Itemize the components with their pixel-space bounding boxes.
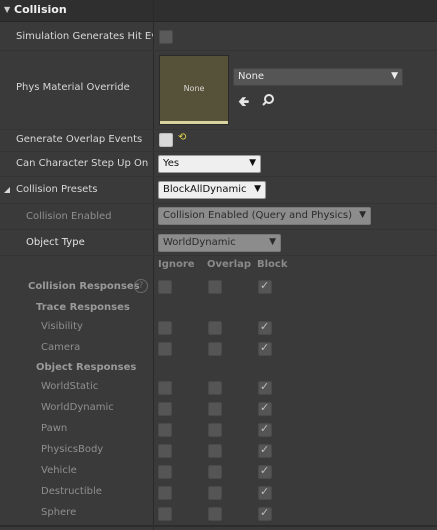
row-separator: [0, 176, 437, 177]
arrow-left-icon[interactable]: 🢀: [238, 91, 249, 115]
check-icon: ✓: [260, 443, 270, 456]
chevron-down-icon: ▼: [269, 237, 276, 247]
camera-overlap-checkbox[interactable]: [208, 342, 222, 356]
pawn-ignore-checkbox[interactable]: [158, 423, 172, 437]
vehicle-overlap-checkbox[interactable]: [208, 465, 222, 479]
trace-responses-label: Trace Responses: [36, 302, 130, 313]
presets-value: BlockAllDynamic: [163, 184, 247, 195]
collision-responses-label: Collision Responses: [28, 281, 140, 292]
column-header-block: Block: [257, 259, 288, 270]
chevron-down-icon: ▼: [391, 71, 398, 81]
object-response-destructible-label: Destructible: [41, 486, 102, 497]
physicsbody-block-checkbox[interactable]: ✓: [258, 443, 272, 458]
simulation-hit-events-label: Simulation Generates Hit Ev: [16, 31, 153, 42]
worldstatic-overlap-checkbox[interactable]: [208, 381, 222, 395]
collision-responses-ignore-checkbox[interactable]: [158, 280, 172, 294]
trace-response-camera-label: Camera: [41, 342, 81, 353]
row-separator: [0, 151, 437, 152]
object-responses-label: Object Responses: [36, 362, 137, 373]
visibility-overlap-checkbox[interactable]: [208, 321, 222, 335]
worlddynamic-overlap-checkbox[interactable]: [208, 402, 222, 416]
step-up-label: Can Character Step Up On: [16, 158, 149, 169]
step-up-value: Yes: [163, 158, 180, 169]
phys-material-label: Phys Material Override: [16, 82, 130, 93]
check-icon: ✓: [260, 401, 270, 414]
row-separator: [0, 255, 437, 256]
object-response-worlddynamic-label: WorldDynamic: [41, 402, 114, 413]
object-type-value: WorldDynamic: [163, 237, 236, 248]
object-response-vehicle-label: Vehicle: [41, 465, 77, 476]
visibility-ignore-checkbox[interactable]: [158, 321, 172, 335]
collision-section-header[interactable]: ▼ Collision: [0, 0, 437, 22]
object-type-label: Object Type: [26, 237, 85, 248]
object-response-sphere-label: Sphere: [41, 507, 77, 518]
phys-material-value: None: [238, 71, 265, 82]
phys-material-dropdown[interactable]: None ▼: [233, 68, 403, 86]
collapse-arrow-icon[interactable]: ▼: [4, 5, 10, 14]
thumbnail-none-text: None: [183, 84, 205, 93]
row-separator: [0, 50, 437, 51]
row-separator: [0, 203, 437, 204]
destructible-overlap-checkbox[interactable]: [208, 486, 222, 500]
worldstatic-block-checkbox[interactable]: ✓: [258, 380, 272, 395]
column-header-ignore: Ignore: [158, 259, 195, 270]
camera-ignore-checkbox[interactable]: [158, 342, 172, 356]
chevron-down-icon: ▼: [249, 158, 256, 168]
bottom-border: [0, 525, 437, 527]
overlap-events-checkbox[interactable]: [159, 133, 173, 147]
destructible-ignore-checkbox[interactable]: [158, 486, 172, 500]
collision-enabled-label: Collision Enabled: [26, 211, 112, 222]
object-response-pawn-label: Pawn: [41, 423, 68, 434]
sphere-overlap-checkbox[interactable]: [208, 507, 222, 521]
physicsbody-ignore-checkbox[interactable]: [158, 444, 172, 458]
help-icon[interactable]: ?: [134, 279, 148, 293]
search-icon[interactable]: [261, 93, 275, 107]
check-icon: ✓: [260, 341, 270, 354]
check-icon: ✓: [260, 506, 270, 519]
destructible-block-checkbox[interactable]: ✓: [258, 485, 272, 500]
thumbnail-bar: [160, 121, 228, 124]
expand-arrow-icon[interactable]: ◢: [4, 185, 10, 194]
vehicle-block-checkbox[interactable]: ✓: [258, 464, 272, 479]
step-up-dropdown[interactable]: Yes ▼: [158, 155, 261, 173]
visibility-block-checkbox[interactable]: ✓: [258, 320, 272, 335]
collision-enabled-dropdown[interactable]: Collision Enabled (Query and Physics) ▼: [158, 207, 371, 225]
presets-dropdown[interactable]: BlockAllDynamic ▼: [158, 181, 266, 199]
object-type-dropdown[interactable]: WorldDynamic ▼: [158, 234, 281, 252]
row-separator: [0, 129, 437, 130]
collision-responses-block-checkbox[interactable]: ✓: [258, 279, 272, 294]
trace-response-visibility-label: Visibility: [41, 321, 83, 332]
vehicle-ignore-checkbox[interactable]: [158, 465, 172, 479]
check-icon: ✓: [260, 422, 270, 435]
worlddynamic-block-checkbox[interactable]: ✓: [258, 401, 272, 416]
section-title: Collision: [14, 3, 67, 16]
simulation-hit-events-checkbox[interactable]: [159, 30, 173, 44]
phys-material-thumbnail[interactable]: None: [159, 55, 229, 125]
column-divider[interactable]: [153, 0, 154, 530]
check-icon: ✓: [260, 320, 270, 333]
presets-label: Collision Presets: [16, 184, 98, 195]
check-icon: ✓: [260, 464, 270, 477]
pawn-block-checkbox[interactable]: ✓: [258, 422, 272, 437]
check-icon: ✓: [260, 279, 270, 292]
collision-enabled-value: Collision Enabled (Query and Physics): [163, 210, 352, 221]
chevron-down-icon: ▼: [359, 210, 366, 220]
sphere-ignore-checkbox[interactable]: [158, 507, 172, 521]
sphere-block-checkbox[interactable]: ✓: [258, 506, 272, 521]
physicsbody-overlap-checkbox[interactable]: [208, 444, 222, 458]
pawn-overlap-checkbox[interactable]: [208, 423, 222, 437]
object-response-worldstatic-label: WorldStatic: [41, 381, 99, 392]
camera-block-checkbox[interactable]: ✓: [258, 341, 272, 356]
check-icon: ✓: [260, 380, 270, 393]
collision-responses-overlap-checkbox[interactable]: [208, 280, 222, 294]
chevron-down-icon: ▼: [254, 184, 261, 194]
column-header-overlap: Overlap: [207, 259, 252, 270]
check-icon: ✓: [260, 485, 270, 498]
overlap-events-label: Generate Overlap Events: [16, 134, 143, 145]
row-separator: [0, 229, 437, 230]
reset-arrow-icon[interactable]: ⟲: [178, 132, 186, 143]
object-response-physicsbody-label: PhysicsBody: [41, 444, 104, 455]
worldstatic-ignore-checkbox[interactable]: [158, 381, 172, 395]
worlddynamic-ignore-checkbox[interactable]: [158, 402, 172, 416]
